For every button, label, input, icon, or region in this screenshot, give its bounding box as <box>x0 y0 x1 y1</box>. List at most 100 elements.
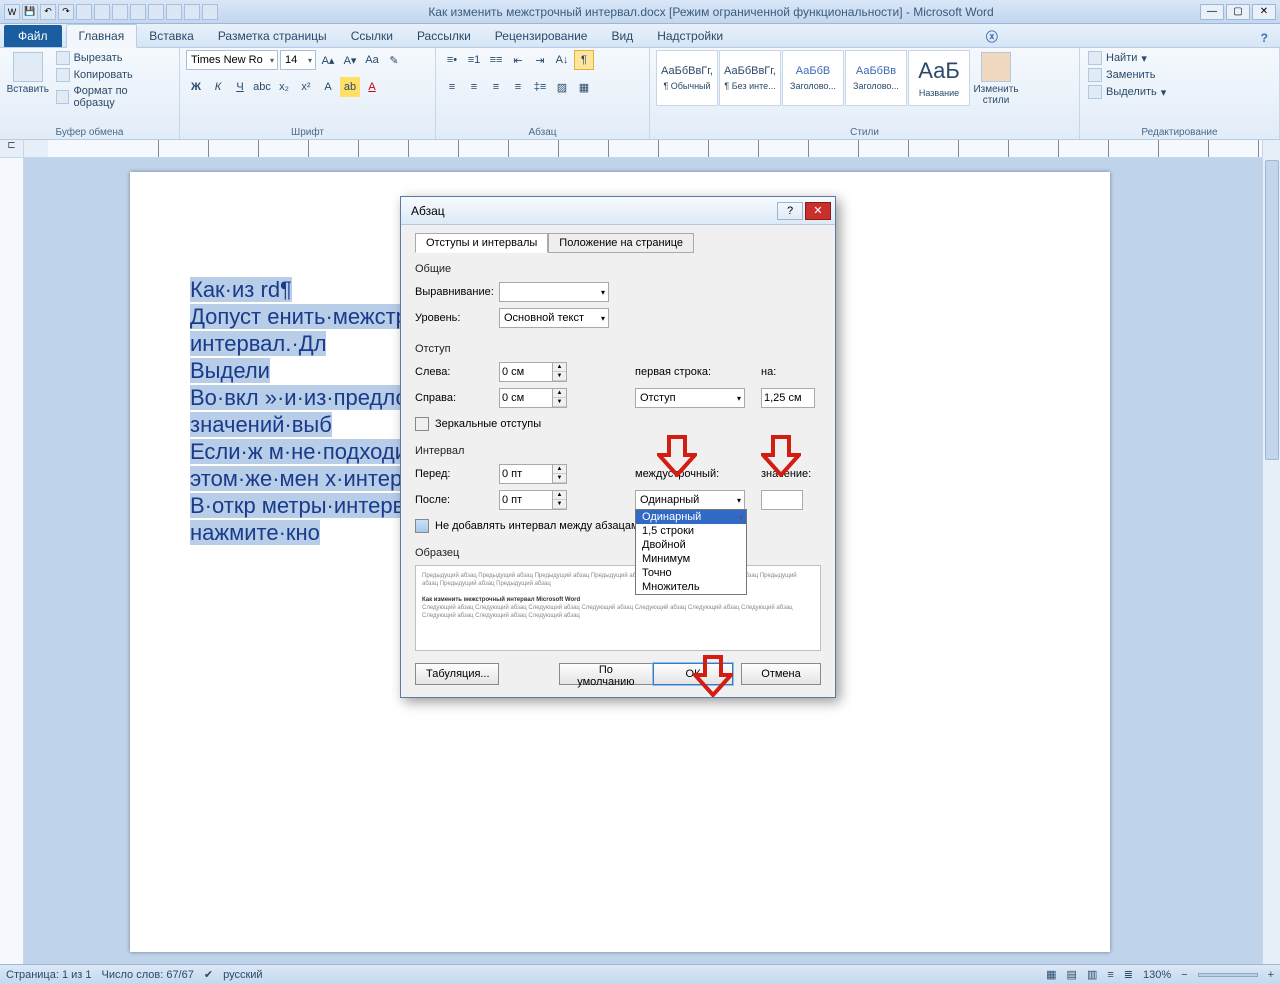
value-input[interactable] <box>761 490 803 510</box>
ruler-corner[interactable]: ⊏ <box>0 140 24 157</box>
firstline-select[interactable]: Отступ <box>635 388 745 408</box>
qat-icon[interactable] <box>148 4 164 20</box>
replace-button[interactable]: Заменить <box>1086 67 1168 83</box>
redo-icon[interactable]: ↷ <box>58 4 74 20</box>
ribbon-collapse-icon[interactable]: ⓧ <box>980 26 1004 47</box>
line-spacing-icon[interactable]: ‡≡ <box>530 77 550 97</box>
vertical-ruler[interactable] <box>0 158 24 964</box>
close-button[interactable]: ✕ <box>1252 4 1276 20</box>
undo-icon[interactable]: ↶ <box>40 4 56 20</box>
status-words[interactable]: Число слов: 67/67 <box>102 969 194 981</box>
justify-icon[interactable]: ≡ <box>508 77 528 97</box>
qat-icon[interactable] <box>94 4 110 20</box>
qat-icon[interactable] <box>130 4 146 20</box>
borders-icon[interactable]: ▦ <box>574 77 594 97</box>
style-heading2[interactable]: АаБбВвЗаголово... <box>845 50 907 106</box>
dropdown-option[interactable]: Точно <box>636 566 746 580</box>
tab-view[interactable]: Вид <box>599 25 645 47</box>
by-input[interactable] <box>761 388 815 408</box>
dropdown-option[interactable]: Минимум <box>636 552 746 566</box>
style-heading1[interactable]: АаБбВЗаголово... <box>782 50 844 106</box>
zoom-in-icon[interactable]: + <box>1268 969 1274 981</box>
scrollbar-thumb[interactable] <box>1265 160 1279 460</box>
style-gallery[interactable]: АаБбВвГг,¶ Обычный АаБбВвГг,¶ Без инте..… <box>656 50 970 106</box>
proofing-icon[interactable]: ✔ <box>204 968 213 981</box>
paste-button[interactable]: Вставить <box>6 50 50 95</box>
align-right-icon[interactable]: ≡ <box>486 77 506 97</box>
copy-button[interactable]: Копировать <box>54 67 173 83</box>
bullets-icon[interactable]: ≡• <box>442 50 462 70</box>
linespacing-select[interactable]: Одинарный <box>635 490 745 510</box>
maximize-button[interactable]: ▢ <box>1226 4 1250 20</box>
spin[interactable]: ▲▼ <box>553 464 567 484</box>
strike-icon[interactable]: abc <box>252 77 272 97</box>
zoom-out-icon[interactable]: − <box>1181 969 1187 981</box>
superscript-icon[interactable]: x² <box>296 77 316 97</box>
alignment-select[interactable] <box>499 282 609 302</box>
shading-icon[interactable]: ▨ <box>552 77 572 97</box>
level-select[interactable]: Основной текст <box>499 308 609 328</box>
save-icon[interactable]: 💾 <box>22 4 38 20</box>
tab-review[interactable]: Рецензирование <box>483 25 600 47</box>
view-web-icon[interactable]: ▥ <box>1087 968 1097 981</box>
tab-mailings[interactable]: Рассылки <box>405 25 483 47</box>
sort-icon[interactable]: A↓ <box>552 50 572 70</box>
linespacing-dropdown[interactable]: Одинарный 1,5 строки Двойной Минимум Точ… <box>635 509 747 595</box>
spin[interactable]: ▲▼ <box>553 490 567 510</box>
style-nospacing[interactable]: АаБбВвГг,¶ Без инте... <box>719 50 781 106</box>
cancel-button[interactable]: Отмена <box>741 663 821 685</box>
font-name-select[interactable]: Times New Ro <box>186 50 278 70</box>
left-input[interactable] <box>499 362 553 382</box>
qat-icon[interactable] <box>166 4 182 20</box>
tab-addins[interactable]: Надстройки <box>645 25 735 47</box>
font-color-icon[interactable]: A <box>362 77 382 97</box>
change-styles-button[interactable]: Изменить стили <box>974 50 1018 106</box>
italic-icon[interactable]: К <box>208 77 228 97</box>
dialog-titlebar[interactable]: Абзац ? ✕ <box>401 197 835 225</box>
default-button[interactable]: По умолчанию <box>559 663 653 685</box>
noadd-checkbox[interactable] <box>415 519 429 533</box>
zoom-slider[interactable] <box>1198 973 1258 977</box>
zoom-level[interactable]: 130% <box>1143 969 1171 981</box>
align-center-icon[interactable]: ≡ <box>464 77 484 97</box>
view-draft-icon[interactable]: ≣ <box>1124 968 1133 981</box>
clear-formatting-icon[interactable]: ✎ <box>384 50 404 70</box>
change-case-icon[interactable]: Aa <box>362 50 382 70</box>
text-effects-icon[interactable]: A <box>318 77 338 97</box>
status-language[interactable]: русский <box>223 969 262 981</box>
after-input[interactable] <box>499 490 553 510</box>
qat-icon[interactable] <box>112 4 128 20</box>
tab-layout[interactable]: Разметка страницы <box>206 25 339 47</box>
subscript-icon[interactable]: x₂ <box>274 77 294 97</box>
highlight-icon[interactable]: ab <box>340 77 360 97</box>
vertical-scrollbar[interactable] <box>1262 140 1280 964</box>
dialog-close-button[interactable]: ✕ <box>805 202 831 220</box>
dropdown-option[interactable]: Одинарный <box>636 510 746 524</box>
dialog-tab-indents[interactable]: Отступы и интервалы <box>415 233 548 253</box>
spin[interactable]: ▲▼ <box>553 388 567 408</box>
status-page[interactable]: Страница: 1 из 1 <box>6 969 92 981</box>
indent-inc-icon[interactable]: ⇥ <box>530 50 550 70</box>
grow-font-icon[interactable]: A▴ <box>318 50 338 70</box>
qat-icon[interactable] <box>184 4 200 20</box>
shrink-font-icon[interactable]: A▾ <box>340 50 360 70</box>
style-title[interactable]: АаБНазвание <box>908 50 970 106</box>
find-button[interactable]: Найти ▾ <box>1086 50 1168 66</box>
bold-icon[interactable]: Ж <box>186 77 206 97</box>
multilevel-icon[interactable]: ≡≡ <box>486 50 506 70</box>
format-painter-button[interactable]: Формат по образцу <box>54 84 173 110</box>
tabs-button[interactable]: Табуляция... <box>415 663 499 685</box>
font-size-select[interactable]: 14 <box>280 50 316 70</box>
align-left-icon[interactable]: ≡ <box>442 77 462 97</box>
file-tab[interactable]: Файл <box>4 25 62 47</box>
help-icon[interactable]: ? <box>1255 29 1274 47</box>
mirror-checkbox[interactable] <box>415 417 429 431</box>
minimize-button[interactable]: — <box>1200 4 1224 20</box>
dialog-help-button[interactable]: ? <box>777 202 803 220</box>
horizontal-ruler[interactable] <box>48 140 1280 158</box>
dropdown-option[interactable]: Двойной <box>636 538 746 552</box>
right-input[interactable] <box>499 388 553 408</box>
dropdown-option[interactable]: 1,5 строки <box>636 524 746 538</box>
indent-dec-icon[interactable]: ⇤ <box>508 50 528 70</box>
view-print-icon[interactable]: ▦ <box>1046 968 1056 981</box>
